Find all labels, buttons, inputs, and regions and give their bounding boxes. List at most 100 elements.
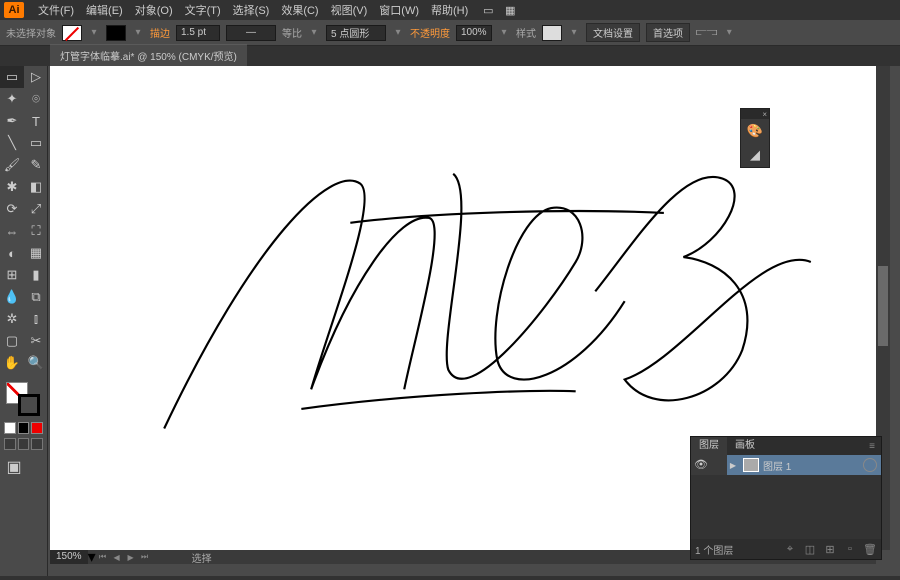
screen-mode-button[interactable]: ▣ — [2, 456, 26, 478]
document-tab[interactable]: 灯管字体临摹.ai* @ 150% (CMYK/预览) — [50, 44, 247, 66]
stroke-label[interactable]: 描边 — [150, 25, 170, 40]
selection-status: 未选择对象 — [6, 25, 56, 40]
new-layer-icon[interactable]: ▫ — [843, 543, 857, 555]
blob-brush-tool[interactable]: ✱ — [0, 176, 24, 198]
disclosure-icon[interactable]: ▶ — [727, 461, 739, 470]
delete-layer-icon[interactable]: 🗑 — [863, 543, 877, 556]
arrange-icon[interactable]: ▦ — [502, 3, 518, 17]
menu-object[interactable]: 对象(O) — [129, 2, 179, 18]
free-transform-tool[interactable]: ⛶ — [24, 220, 48, 242]
zoom-level[interactable]: 150% — [50, 550, 88, 564]
layers-empty-area — [691, 475, 881, 539]
rectangle-tool[interactable]: ▭ — [24, 132, 48, 154]
swatch-white[interactable] — [4, 422, 16, 434]
new-sublayer-icon[interactable]: ⊞ — [823, 543, 837, 556]
brush-input[interactable] — [326, 25, 386, 41]
menu-select[interactable]: 选择(S) — [227, 2, 276, 18]
layers-tab[interactable]: 图层 — [691, 437, 727, 455]
locate-layer-icon[interactable]: ⌖ — [783, 543, 797, 556]
document-setup-button[interactable]: 文档设置 — [586, 23, 640, 42]
blend-tool[interactable]: ⧉ — [24, 286, 48, 308]
draw-behind[interactable] — [18, 438, 30, 450]
lasso-tool[interactable]: ⌾ — [24, 88, 48, 110]
opacity-label[interactable]: 不透明度 — [410, 25, 450, 40]
dash-dd[interactable]: ▾ — [308, 27, 320, 38]
width-tool[interactable]: ⇔ — [0, 220, 24, 242]
v-scroll-thumb[interactable] — [878, 266, 888, 346]
shape-builder-tool[interactable]: ◐ — [0, 242, 24, 264]
layout-icon[interactable]: ▭ — [480, 3, 496, 17]
menu-view[interactable]: 视图(V) — [325, 2, 374, 18]
zoom-tool[interactable]: 🔍 — [24, 352, 48, 374]
scale-tool[interactable]: ⤢ — [24, 198, 48, 220]
stroke-dropdown-icon[interactable]: ▾ — [132, 27, 144, 38]
pen-tool[interactable]: ✒ — [0, 110, 24, 132]
control-bar: 未选择对象 ▾ ▾ 描边 — 等比▾ ▾ 不透明度 ▾ 样式 ▾ 文档设置 首选… — [0, 20, 900, 46]
symbol-sprayer-tool[interactable]: ✲ — [0, 308, 24, 330]
dash-profile[interactable]: — — [226, 25, 276, 41]
stroke-swatch[interactable] — [106, 25, 126, 41]
mesh-tool[interactable]: ⊞ — [0, 264, 24, 286]
document-tab-bar: 灯管字体临摹.ai* @ 150% (CMYK/预览) — [0, 46, 900, 66]
color-panel-icon[interactable]: 🎨 — [741, 119, 769, 143]
brush-dd[interactable]: ▾ — [392, 27, 404, 38]
gradient-tool[interactable]: ▮ — [24, 264, 48, 286]
eyedropper-tool[interactable]: 💧 — [0, 286, 24, 308]
layer-name[interactable]: 图层 1 — [763, 458, 863, 473]
prev-artboard-icon[interactable]: ◀ — [111, 551, 123, 563]
align-icon[interactable]: ⫍⫎ — [696, 27, 717, 38]
paintbrush-tool[interactable]: 🖌 — [0, 154, 24, 176]
menu-file[interactable]: 文件(F) — [32, 2, 80, 18]
align-dd[interactable]: ▾ — [723, 27, 735, 38]
floating-panel[interactable]: × 🎨 ◢ — [740, 108, 770, 168]
swatch-none[interactable] — [31, 422, 43, 434]
stroke-weight-input[interactable] — [176, 25, 220, 41]
layer-row[interactable]: 👁 ▶ 图层 1 — [691, 455, 881, 475]
line-tool[interactable]: ╲ — [0, 132, 24, 154]
visibility-icon[interactable]: 👁 — [691, 455, 711, 475]
fill-stroke-control[interactable] — [0, 380, 47, 420]
menu-effect[interactable]: 效果(C) — [275, 2, 324, 18]
draw-normal[interactable] — [4, 438, 16, 450]
first-artboard-icon[interactable]: ⏮ — [97, 551, 109, 563]
target-icon[interactable] — [863, 458, 877, 472]
next-artboard-icon[interactable]: ▶ — [125, 551, 137, 563]
magic-wand-tool[interactable]: ✦ — [0, 88, 24, 110]
menu-window[interactable]: 窗口(W) — [373, 2, 425, 18]
rotate-tool[interactable]: ⟳ — [0, 198, 24, 220]
fill-swatch[interactable] — [62, 25, 82, 41]
menu-edit[interactable]: 编辑(E) — [80, 2, 129, 18]
opacity-dd[interactable]: ▾ — [498, 27, 510, 38]
menu-help[interactable]: 帮助(H) — [425, 2, 474, 18]
dash-label: 等比 — [282, 25, 302, 40]
swatch-black[interactable] — [18, 422, 30, 434]
artboard-tool[interactable]: ▢ — [0, 330, 24, 352]
style-dd[interactable]: ▾ — [568, 27, 580, 38]
type-tool[interactable]: T — [24, 110, 48, 132]
lock-column[interactable] — [711, 455, 727, 475]
layer-count: 1 个图层 — [695, 542, 777, 557]
fill-dropdown-icon[interactable]: ▾ — [88, 27, 100, 38]
preferences-button[interactable]: 首选项 — [646, 23, 690, 42]
brushes-panel-icon[interactable]: ◢ — [741, 143, 769, 167]
stroke-box[interactable] — [18, 394, 40, 416]
last-artboard-icon[interactable]: ⏭ — [139, 551, 151, 563]
style-swatch[interactable] — [542, 25, 562, 41]
panel-close-icon[interactable]: × — [741, 109, 769, 119]
menu-type[interactable]: 文字(T) — [179, 2, 227, 18]
zoom-dd[interactable]: ▾ — [88, 547, 96, 567]
perspective-tool[interactable]: ▦ — [24, 242, 48, 264]
hand-tool[interactable]: ✋ — [0, 352, 24, 374]
clip-mask-icon[interactable]: ◫ — [803, 543, 817, 556]
graph-tool[interactable]: ⫾ — [24, 308, 48, 330]
artboards-tab[interactable]: 画板 — [727, 437, 763, 455]
pencil-tool[interactable]: ✎ — [24, 154, 48, 176]
draw-inside[interactable] — [31, 438, 43, 450]
direct-selection-tool[interactable]: ▷ — [24, 66, 48, 88]
layers-footer: 1 个图层 ⌖ ◫ ⊞ ▫ 🗑 — [691, 539, 881, 559]
opacity-input[interactable] — [456, 25, 492, 41]
selection-tool[interactable]: ▭ — [0, 66, 24, 88]
panel-menu-icon[interactable]: ≡ — [863, 441, 881, 452]
eraser-tool[interactable]: ◧ — [24, 176, 48, 198]
slice-tool[interactable]: ✂ — [24, 330, 48, 352]
